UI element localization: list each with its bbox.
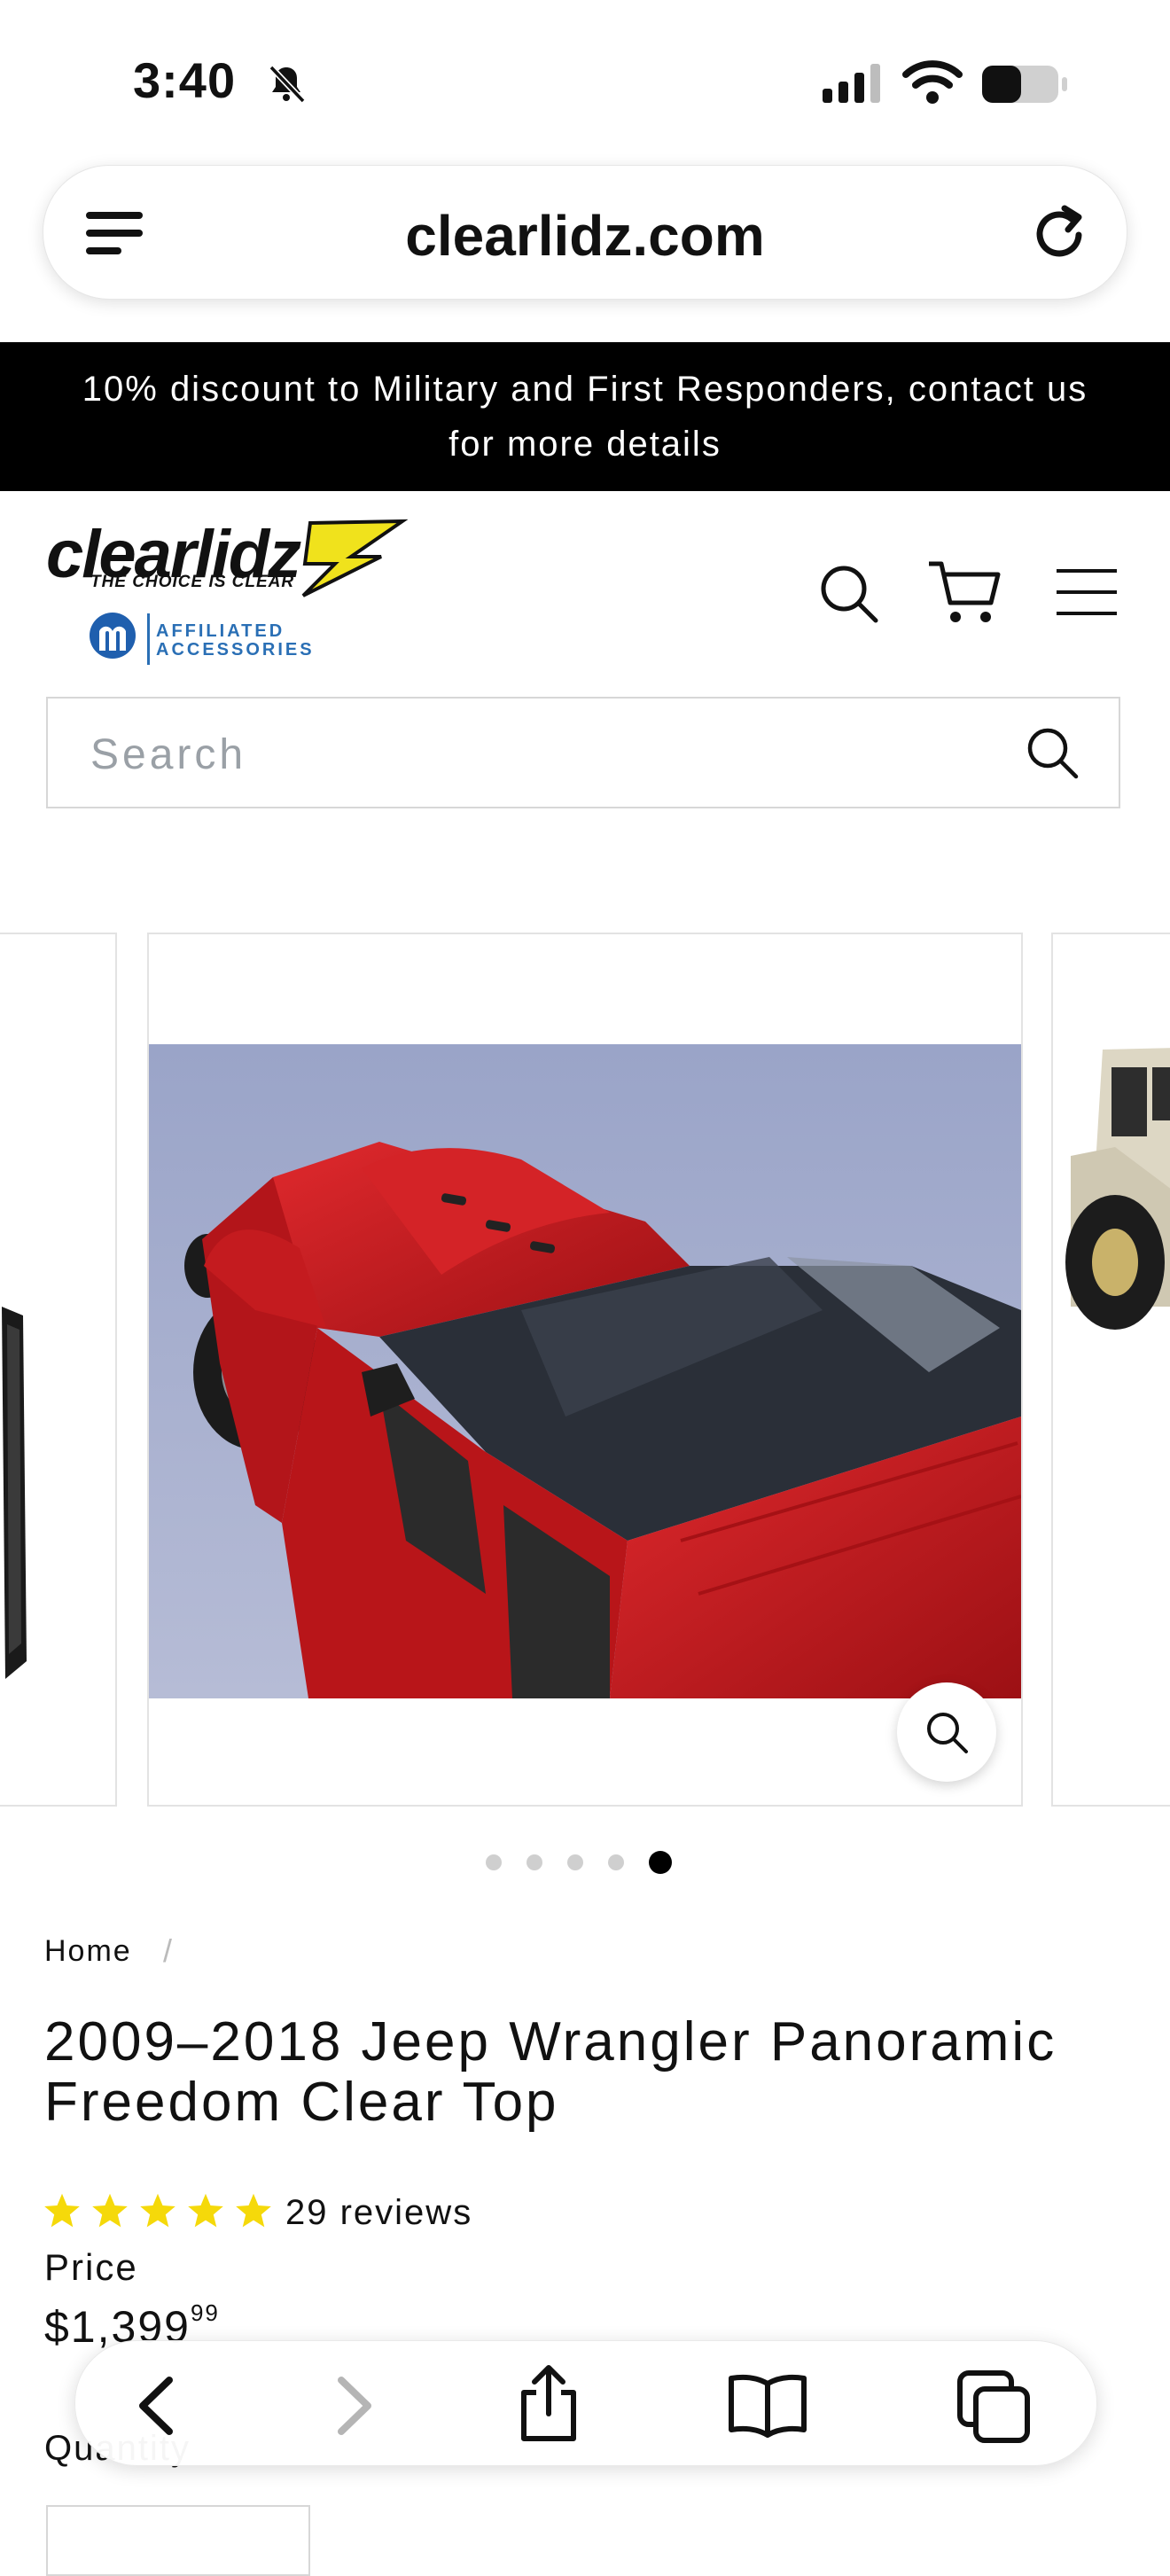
wifi-icon — [902, 60, 963, 104]
breadcrumb-home[interactable]: Home — [44, 1934, 132, 1969]
quantity-stepper[interactable] — [46, 2505, 310, 2576]
menu-icon[interactable] — [1057, 567, 1119, 617]
star-icon — [188, 2193, 223, 2228]
battery-icon — [982, 66, 1067, 103]
product-image — [149, 1044, 1021, 1698]
browser-toolbar — [74, 2340, 1097, 2466]
partner-line2: ACCESSORIES — [156, 640, 315, 660]
reload-icon[interactable] — [1029, 201, 1091, 263]
carousel-slide-previous[interactable] — [0, 933, 117, 1807]
partner-badge: AFFILIATED ACCESSORIES — [156, 622, 315, 660]
search-icon[interactable] — [817, 562, 881, 626]
carousel-slide-active[interactable] — [147, 933, 1023, 1807]
back-icon[interactable] — [134, 2375, 180, 2437]
star-icon — [236, 2193, 271, 2228]
promo-banner: 10% discount to Military and First Respo… — [0, 342, 1170, 491]
url-text[interactable]: clearlidz.com — [43, 203, 1127, 269]
search-submit-icon[interactable] — [1025, 725, 1080, 780]
bell-muted-icon — [269, 65, 306, 104]
product-image-partial — [1065, 1048, 1170, 1330]
bookmarks-icon[interactable] — [726, 2371, 809, 2439]
rating-stars[interactable] — [43, 2191, 273, 2230]
carousel-dot-active[interactable] — [649, 1851, 672, 1874]
star-icon — [92, 2193, 128, 2228]
breadcrumb-separator: / — [163, 1932, 173, 1969]
promo-text: 10% discount to Military and First Respo… — [82, 370, 1088, 464]
partner-line1: AFFILIATED — [156, 621, 285, 641]
carousel-slide-next[interactable] — [1051, 933, 1170, 1807]
carousel-dot[interactable] — [567, 1854, 583, 1870]
status-time: 3:40 — [133, 52, 237, 108]
share-icon[interactable] — [513, 2362, 584, 2444]
product-image-partial — [2, 1307, 27, 1679]
tabs-icon[interactable] — [955, 2368, 1034, 2446]
address-bar[interactable]: clearlidz.com — [43, 165, 1127, 300]
carousel-dot[interactable] — [486, 1854, 502, 1870]
price-cents: 99 — [190, 2299, 220, 2326]
product-title: 2009–2018 Jeep Wrangler Panoramic Freedo… — [44, 2011, 1057, 2133]
price-label: Price — [44, 2246, 138, 2288]
reviews-link[interactable]: 29 reviews — [285, 2193, 472, 2233]
zoom-button[interactable] — [897, 1682, 996, 1782]
star-icon — [140, 2193, 176, 2228]
cell-signal-icon — [823, 64, 880, 103]
logo-bolt-icon — [301, 519, 408, 597]
mopar-logo-icon — [90, 613, 136, 659]
partner-divider — [147, 613, 150, 665]
search-field[interactable]: Search — [46, 697, 1120, 808]
star-icon — [44, 2193, 80, 2228]
cart-icon[interactable] — [927, 558, 1003, 626]
carousel-dot[interactable] — [608, 1854, 624, 1870]
search-input[interactable]: Search — [90, 730, 246, 779]
carousel-dot[interactable] — [526, 1854, 542, 1870]
zoom-icon — [927, 1713, 968, 1753]
carousel-pagination — [486, 1851, 672, 1874]
forward-icon[interactable] — [331, 2375, 377, 2437]
logo-tagline: THE CHOICE IS CLEAR — [90, 573, 295, 591]
